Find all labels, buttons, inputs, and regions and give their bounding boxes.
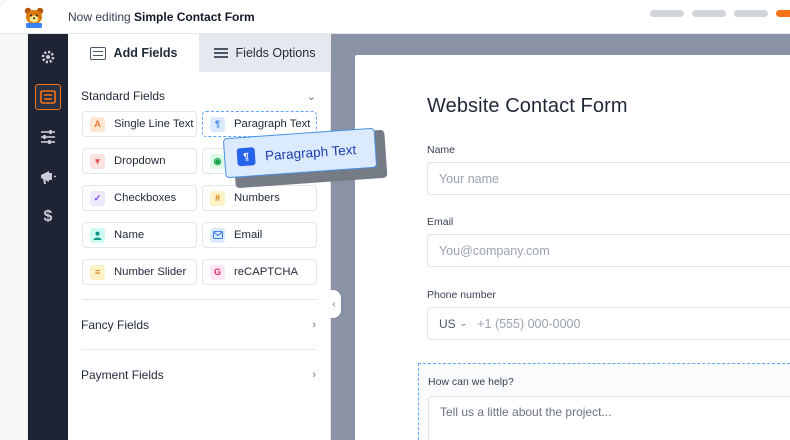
email-label: Email [427, 216, 454, 228]
toolbar-placeholder[interactable] [650, 10, 684, 17]
name-label: Name [427, 144, 456, 156]
field-recaptcha[interactable]: G reCAPTCHA [202, 259, 317, 285]
help-placeholder: Tell us a little about the project... [440, 405, 612, 419]
field-label: Single Line Text [114, 118, 194, 130]
phone-field[interactable]: US ⌄ +1 (555) 000-0000 [427, 307, 790, 340]
form-name: Simple Contact Form [134, 9, 255, 24]
phone-label: Phone number [427, 289, 496, 301]
chevron-down-icon: ⌄ [306, 90, 316, 103]
field-email[interactable]: Email [202, 222, 317, 248]
email-field[interactable]: You@company.com [427, 234, 790, 267]
field-numbers[interactable]: # Numbers [202, 185, 317, 211]
drag-label: Paragraph Text [264, 141, 357, 163]
tab-label: Fields Options [235, 46, 316, 60]
name-field[interactable]: Your name [427, 162, 790, 195]
email-placeholder: You@company.com [439, 243, 550, 258]
field-label: Paragraph Text [234, 118, 311, 130]
envelope-icon [210, 227, 225, 243]
help-textarea[interactable]: Tell us a little about the project... [428, 396, 790, 440]
recaptcha-icon: G [210, 264, 225, 280]
field-number-slider[interactable]: ≡ Number Slider [82, 259, 197, 285]
editing-title: Now editing Simple Contact Form [68, 10, 255, 24]
toolbar-placeholder[interactable] [692, 10, 726, 17]
payment-fields-header[interactable]: Payment Fields › [68, 350, 330, 399]
standard-fields-header[interactable]: Standard Fields ⌄ [68, 86, 330, 106]
chevron-right-icon: › [312, 318, 316, 331]
field-label: Number Slider [114, 266, 187, 278]
list-icon [89, 46, 106, 60]
name-placeholder: Your name [439, 171, 499, 186]
paragraph-icon: ¶ [210, 116, 225, 132]
fields-icon[interactable] [35, 84, 61, 110]
wpforms-bear-icon[interactable] [0, 0, 68, 34]
section-title: Fancy Fields [81, 317, 150, 332]
field-label: Name [114, 229, 145, 241]
section-title: Standard Fields [81, 89, 166, 103]
field-label: Email [234, 229, 263, 241]
field-dropdown[interactable]: ▾ Dropdown [82, 148, 197, 174]
tab-label: Add Fields [113, 46, 178, 60]
field-single-line-text[interactable]: A Single Line Text [82, 111, 197, 137]
builder-sidebar: $ [28, 34, 68, 440]
toolbar-placeholder[interactable] [734, 10, 768, 17]
fields-panel: Add Fields Fields Options Standard Field… [68, 34, 331, 440]
field-label: Numbers [234, 192, 280, 204]
field-name[interactable]: Name [82, 222, 197, 248]
sliders-icon[interactable] [35, 124, 61, 150]
field-checkboxes[interactable]: ✓ Checkboxes [82, 185, 197, 211]
tab-fields-options[interactable]: Fields Options [199, 34, 330, 72]
gear-icon[interactable] [35, 44, 61, 70]
chevron-down-icon[interactable]: ⌄ [460, 318, 468, 329]
top-bar: Now editing Simple Contact Form [0, 0, 790, 34]
sliders-icon [213, 47, 228, 59]
help-field-dropzone[interactable]: How can we help? Tell us a little about … [418, 363, 790, 440]
checkbox-icon: ✓ [90, 190, 105, 206]
text-line-icon: A [90, 116, 105, 132]
section-title: Payment Fields [81, 367, 164, 382]
field-label: reCAPTCHA [234, 266, 299, 278]
dollar-icon[interactable]: $ [35, 204, 61, 230]
collapse-panel-button[interactable]: ‹ [327, 290, 341, 318]
slider-icon: ≡ [90, 264, 105, 280]
form-title: Website Contact Form [427, 95, 628, 117]
radio-icon: ◉ [210, 153, 225, 169]
phone-placeholder: +1 (555) 000-0000 [477, 316, 581, 331]
fancy-fields-header[interactable]: Fancy Fields › [68, 300, 330, 349]
top-controls [650, 10, 790, 17]
field-label: Dropdown [114, 155, 166, 167]
left-gutter [0, 34, 28, 440]
paragraph-icon: ¶ [236, 147, 256, 167]
country-code[interactable]: US [439, 317, 456, 331]
save-button[interactable] [776, 10, 790, 17]
help-label: How can we help? [428, 376, 514, 388]
chevron-right-icon: › [312, 368, 316, 381]
editing-prefix: Now editing [68, 9, 131, 24]
person-icon [90, 227, 105, 243]
field-label: Checkboxes [114, 192, 177, 204]
panel-tabs: Add Fields Fields Options [68, 34, 330, 72]
megaphone-icon[interactable] [35, 164, 61, 190]
hash-icon: # [210, 190, 225, 206]
app-window: Now editing Simple Contact Form $ Add Fi… [0, 0, 790, 440]
dropdown-icon: ▾ [90, 153, 105, 169]
tab-add-fields[interactable]: Add Fields [68, 34, 199, 72]
